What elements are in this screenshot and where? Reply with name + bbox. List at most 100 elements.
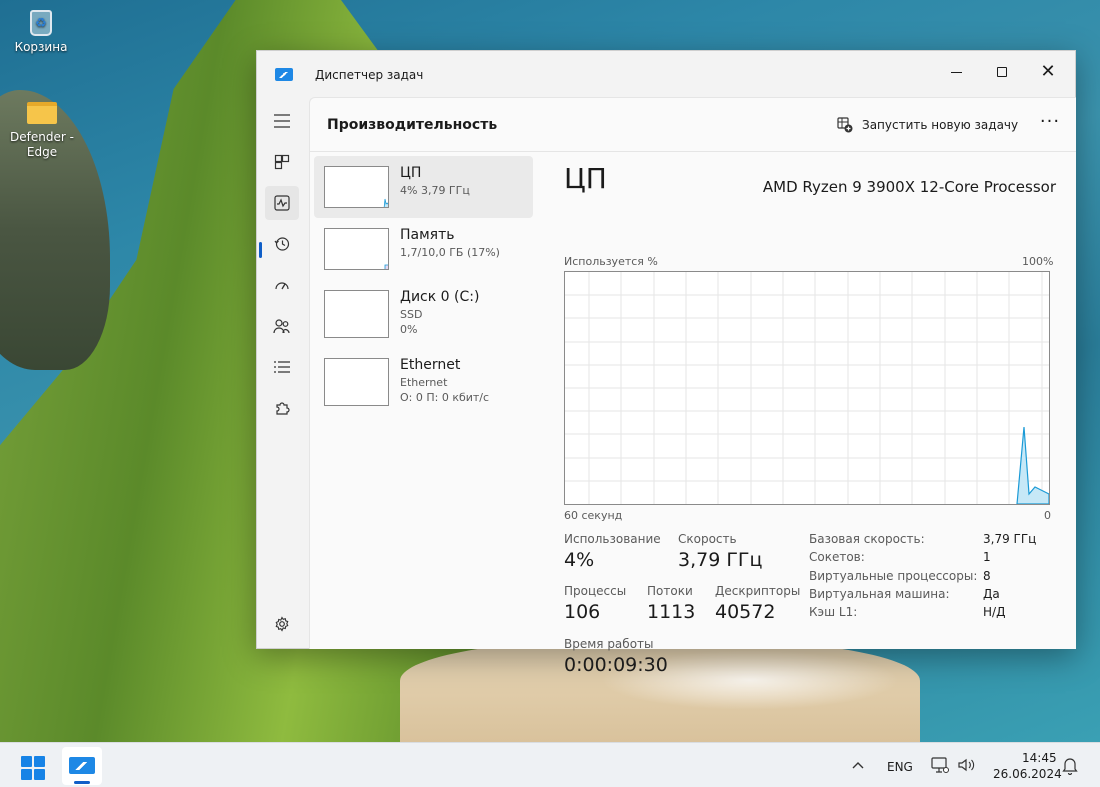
spec-value: Да bbox=[983, 587, 1000, 601]
gear-icon bbox=[275, 616, 289, 632]
spec-value: 1 bbox=[983, 550, 991, 564]
resource-item-disk[interactable]: Диск 0 (C:) SSD 0% bbox=[314, 280, 533, 348]
windows-logo-pane bbox=[34, 769, 45, 780]
memory-thumbnail-graph bbox=[324, 228, 389, 270]
desktop-icon-recycle-bin[interactable]: ♻ Корзина bbox=[6, 8, 76, 54]
active-nav-indicator bbox=[259, 242, 262, 258]
nav-services[interactable] bbox=[265, 391, 299, 425]
run-new-task-button[interactable]: Запустить новую задачу bbox=[837, 114, 1018, 136]
spec-key: Виртуальная машина: bbox=[809, 587, 950, 601]
volume-icon[interactable] bbox=[957, 757, 975, 773]
threads-label: Потоки bbox=[647, 584, 693, 598]
resource-detail: 0% bbox=[400, 323, 418, 336]
network-icon[interactable] bbox=[931, 757, 949, 773]
nav-startup[interactable] bbox=[265, 268, 299, 302]
windows-logo-pane bbox=[21, 769, 32, 780]
window-title: Диспетчер задач bbox=[315, 68, 424, 82]
task-manager-taskbar-icon bbox=[69, 757, 95, 774]
main-content: Производительность Запустить новую задач… bbox=[309, 97, 1076, 676]
resource-detail: 4% 3,79 ГГц bbox=[400, 184, 470, 197]
task-manager-window: Диспетчер задач ✕ Производительность Зап… bbox=[256, 50, 1076, 676]
more-options-button[interactable]: ··· bbox=[1035, 112, 1065, 136]
resource-name: Диск 0 (C:) bbox=[400, 289, 480, 305]
language-indicator[interactable]: ENG bbox=[887, 760, 913, 774]
minimize-button[interactable] bbox=[933, 57, 979, 87]
maximize-icon bbox=[997, 67, 1007, 77]
menu-button[interactable] bbox=[265, 104, 299, 138]
clock-date[interactable]: 26.06.2024 bbox=[993, 767, 1062, 781]
nav-users[interactable] bbox=[265, 309, 299, 343]
ethernet-thumbnail-graph bbox=[324, 358, 389, 406]
resource-name: Память bbox=[400, 227, 455, 243]
spec-key: Кэш L1: bbox=[809, 605, 858, 619]
handles-value: 40572 bbox=[715, 601, 776, 623]
windows-logo-pane bbox=[34, 756, 45, 767]
handles-label: Дескрипторы bbox=[715, 584, 801, 598]
performance-icon bbox=[274, 195, 290, 211]
uptime-value: 0:00:09:30 bbox=[564, 654, 668, 676]
maximize-button[interactable] bbox=[979, 57, 1025, 87]
speed-label: Скорость bbox=[678, 532, 737, 546]
spec-key: Базовая скорость: bbox=[809, 532, 925, 546]
resource-item-cpu[interactable]: ЦП 4% 3,79 ГГц bbox=[314, 156, 533, 218]
close-button[interactable]: ✕ bbox=[1025, 57, 1071, 87]
threads-value: 1113 bbox=[647, 601, 696, 623]
users-icon bbox=[273, 319, 290, 334]
desktop-icon-label: Defender - Edge bbox=[10, 130, 74, 159]
start-button[interactable] bbox=[21, 756, 45, 780]
hamburger-menu-icon bbox=[274, 114, 290, 128]
cpu-detail-panel: ЦП AMD Ryzen 9 3900X 12-Core Processor И… bbox=[564, 156, 1064, 676]
nav-app-history[interactable] bbox=[265, 227, 299, 261]
resource-name: ЦП bbox=[400, 165, 422, 181]
nav-processes[interactable] bbox=[265, 145, 299, 179]
resource-item-ethernet[interactable]: Ethernet Ethernet О: 0 П: 0 кбит/с bbox=[314, 352, 533, 412]
resource-name: Ethernet bbox=[400, 357, 461, 373]
resource-item-memory[interactable]: Память 1,7/10,0 ГБ (17%) bbox=[314, 218, 533, 280]
processes-label: Процессы bbox=[564, 584, 627, 598]
desktop-icon-label: Корзина bbox=[14, 40, 68, 54]
usage-value: 4% bbox=[564, 549, 595, 571]
windows-logo-pane bbox=[21, 756, 32, 767]
folder-icon bbox=[27, 102, 57, 124]
chevron-up-icon[interactable] bbox=[852, 761, 864, 769]
run-new-task-label: Запустить новую задачу bbox=[862, 118, 1019, 132]
spec-value: Н/Д bbox=[983, 605, 1006, 619]
spec-key: Сокетов: bbox=[809, 550, 865, 564]
graph-label-max: 100% bbox=[1022, 255, 1054, 268]
details-list-icon bbox=[274, 361, 290, 373]
minimize-icon bbox=[950, 71, 962, 73]
clock-time[interactable]: 14:45 bbox=[1022, 751, 1057, 765]
content-header: Производительность Запустить новую задач… bbox=[310, 98, 1076, 152]
resource-detail: Ethernet bbox=[400, 376, 448, 389]
nav-settings[interactable] bbox=[265, 607, 299, 641]
cpu-usage-series bbox=[1016, 426, 1050, 505]
services-puzzle-icon bbox=[276, 402, 290, 415]
desktop-icon-defender-edge[interactable]: Defender - Edge bbox=[6, 98, 78, 160]
taskbar-task-manager[interactable] bbox=[62, 747, 102, 785]
spec-key: Виртуальные процессоры: bbox=[809, 569, 978, 583]
uptime-label: Время работы bbox=[564, 637, 654, 651]
speed-value: 3,79 ГГц bbox=[678, 549, 763, 571]
notification-icon[interactable] bbox=[1062, 757, 1078, 775]
app-history-icon bbox=[274, 237, 290, 251]
usage-label: Использование bbox=[564, 532, 661, 546]
nav-rail bbox=[257, 97, 309, 649]
nav-performance[interactable] bbox=[265, 186, 299, 220]
processes-value: 106 bbox=[564, 601, 601, 623]
processes-icon bbox=[274, 154, 290, 170]
resource-detail: 1,7/10,0 ГБ (17%) bbox=[400, 246, 500, 259]
graph-time-span: 60 секунд bbox=[564, 509, 623, 522]
nav-details[interactable] bbox=[265, 350, 299, 384]
spec-value: 3,79 ГГц bbox=[983, 532, 1037, 546]
cpu-model-name: AMD Ryzen 9 3900X 12-Core Processor bbox=[762, 178, 1056, 196]
close-icon: ✕ bbox=[1040, 61, 1056, 82]
new-task-icon bbox=[837, 117, 853, 133]
resource-detail: SSD bbox=[400, 308, 423, 321]
spec-value: 8 bbox=[983, 569, 991, 583]
title-bar[interactable]: Диспетчер задач ✕ bbox=[257, 51, 1075, 97]
cpu-thumbnail-graph bbox=[324, 166, 389, 208]
running-indicator bbox=[74, 781, 90, 784]
resource-detail: О: 0 П: 0 кбит/с bbox=[400, 391, 490, 404]
detail-title: ЦП bbox=[564, 162, 607, 195]
page-title: Производительность bbox=[327, 117, 498, 133]
